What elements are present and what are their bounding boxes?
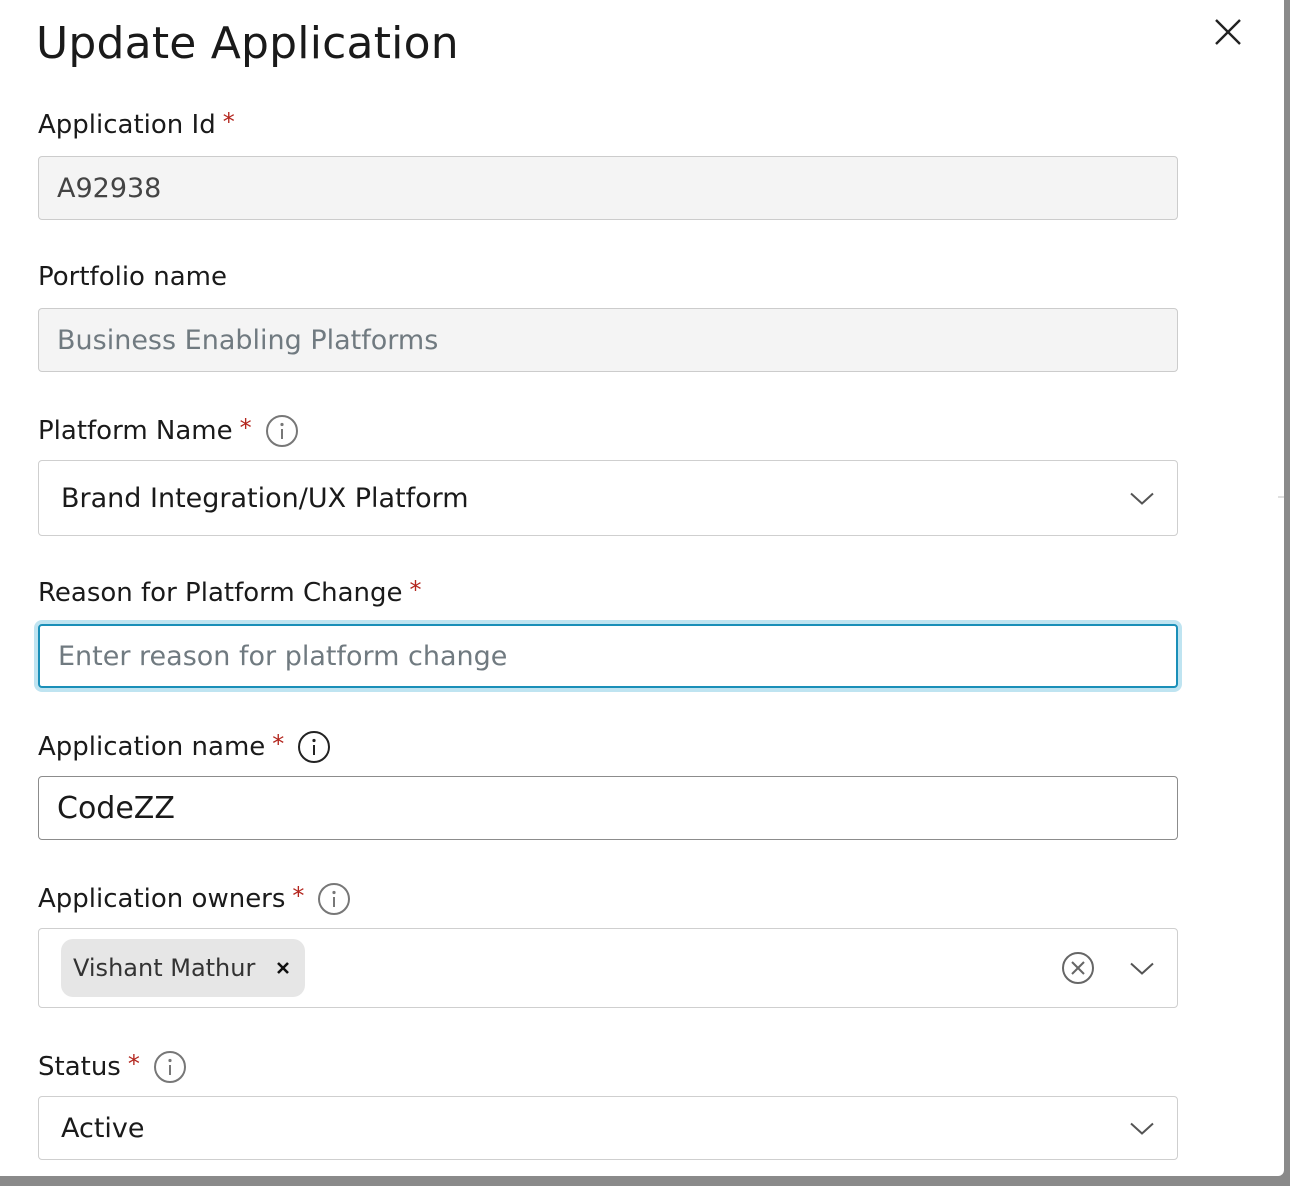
- close-icon: [1215, 19, 1241, 45]
- owner-chip-label: Vishant Mathur: [73, 954, 256, 982]
- reason-input[interactable]: [40, 626, 1176, 686]
- application-id-field: A92938: [38, 156, 1178, 220]
- status-value: Active: [61, 1112, 145, 1144]
- dialog-title: Update Application: [36, 18, 459, 69]
- info-icon[interactable]: [265, 414, 299, 448]
- platform-name-value: Brand Integration/UX Platform: [61, 482, 469, 514]
- portfolio-name-value: Business Enabling Platforms: [57, 324, 439, 356]
- platform-name-label: Platform Name *: [38, 414, 299, 448]
- application-owners-select[interactable]: Vishant Mathur: [38, 928, 1178, 1008]
- portfolio-name-label: Portfolio name: [38, 262, 227, 292]
- reason-field[interactable]: [38, 624, 1178, 688]
- clear-circle-icon[interactable]: [1061, 951, 1095, 985]
- chevron-down-icon: [1129, 483, 1155, 514]
- info-icon[interactable]: [297, 730, 331, 764]
- close-button[interactable]: [1208, 12, 1248, 52]
- x-icon[interactable]: [275, 960, 291, 976]
- required-marker: *: [292, 882, 305, 910]
- chevron-down-icon: [1129, 1113, 1155, 1144]
- application-id-label: Application Id *: [38, 108, 235, 140]
- application-id-value: A92938: [57, 172, 162, 204]
- required-marker: *: [239, 414, 252, 442]
- scroll-edge: [1278, 496, 1284, 498]
- owner-chip: Vishant Mathur: [61, 939, 306, 997]
- application-name-field[interactable]: [38, 776, 1178, 840]
- application-name-label: Application name *: [38, 730, 331, 764]
- required-marker: *: [127, 1050, 140, 1078]
- application-owners-label: Application owners *: [38, 882, 351, 916]
- reason-label: Reason for Platform Change *: [38, 576, 422, 608]
- update-application-dialog: Update Application Application Id * A929…: [0, 0, 1284, 1176]
- status-select[interactable]: Active: [38, 1096, 1178, 1160]
- required-marker: *: [409, 576, 422, 604]
- application-name-input[interactable]: [39, 777, 1177, 839]
- info-icon[interactable]: [153, 1050, 187, 1084]
- required-marker: *: [222, 108, 235, 136]
- platform-name-select[interactable]: Brand Integration/UX Platform: [38, 460, 1178, 536]
- required-marker: *: [272, 730, 285, 758]
- info-icon[interactable]: [317, 882, 351, 916]
- chevron-down-icon[interactable]: [1129, 953, 1155, 984]
- status-label: Status *: [38, 1050, 187, 1084]
- portfolio-name-field: Business Enabling Platforms: [38, 308, 1178, 372]
